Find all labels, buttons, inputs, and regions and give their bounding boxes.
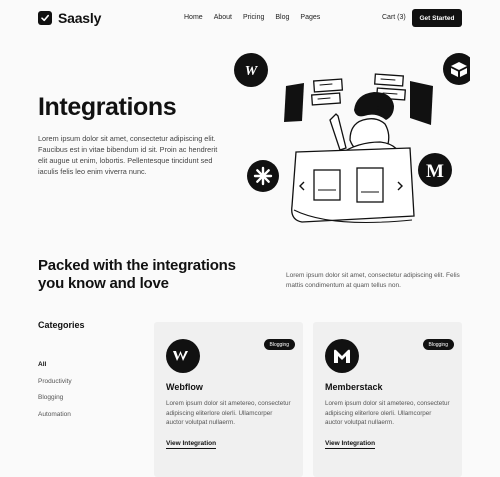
category-badge: Blogging xyxy=(422,339,454,350)
site-header: Saasly Home About Pricing Blog Pages Car… xyxy=(0,0,500,36)
card-description: Lorem ipsum dolor sit ametereo, consecte… xyxy=(166,400,291,427)
nav-pricing[interactable]: Pricing xyxy=(243,14,264,21)
zapier-icon xyxy=(247,160,279,192)
card-title: Webflow xyxy=(166,382,203,392)
medium-icon: M xyxy=(418,153,452,187)
nav-about[interactable]: About xyxy=(214,14,232,21)
nav-blog[interactable]: Blog xyxy=(275,14,289,21)
brand-logo[interactable]: Saasly xyxy=(38,10,101,26)
cart-link[interactable]: Cart (3) xyxy=(382,14,406,21)
get-started-button[interactable]: Get Started xyxy=(412,9,462,27)
category-all[interactable]: All xyxy=(38,361,72,378)
svg-text:M: M xyxy=(426,161,444,182)
webflow-icon xyxy=(166,339,200,373)
airtable-icon xyxy=(443,53,470,85)
svg-text:W: W xyxy=(245,64,259,79)
nav-pages[interactable]: Pages xyxy=(300,14,320,21)
card-title: Memberstack xyxy=(325,382,383,392)
integration-card-webflow: Blogging Webflow Lorem ipsum dolor sit a… xyxy=(154,322,303,477)
memberstack-icon xyxy=(325,339,359,373)
category-automation[interactable]: Automation xyxy=(38,411,72,428)
integration-card-memberstack: Blogging Memberstack Lorem ipsum dolor s… xyxy=(313,322,462,477)
view-integration-link[interactable]: View Integration xyxy=(325,440,376,449)
category-badge: Blogging xyxy=(263,339,295,350)
nav-home[interactable]: Home xyxy=(184,14,203,21)
section-description: Lorem ipsum dolor sit amet, consectetur … xyxy=(286,272,460,289)
card-description: Lorem ipsum dolor sit ametereo, consecte… xyxy=(325,400,450,427)
brand-name: Saasly xyxy=(58,10,102,26)
category-blogging[interactable]: Blogging xyxy=(38,394,72,411)
hero-illustration: W M xyxy=(234,53,470,223)
webflow-icon: W xyxy=(234,53,268,87)
category-list: All Productivity Blogging Automation xyxy=(38,361,72,427)
main-nav: Home About Pricing Blog Pages xyxy=(184,14,320,21)
categories-heading: Categories xyxy=(38,320,85,330)
page-title: Integrations xyxy=(38,93,177,121)
checkmark-icon xyxy=(38,11,52,25)
section-title: Packed with the integrations you know an… xyxy=(38,257,236,292)
view-integration-link[interactable]: View Integration xyxy=(166,440,217,449)
hero-description: Lorem ipsum dolor sit amet, consectetur … xyxy=(38,134,218,176)
category-productivity[interactable]: Productivity xyxy=(38,378,72,395)
